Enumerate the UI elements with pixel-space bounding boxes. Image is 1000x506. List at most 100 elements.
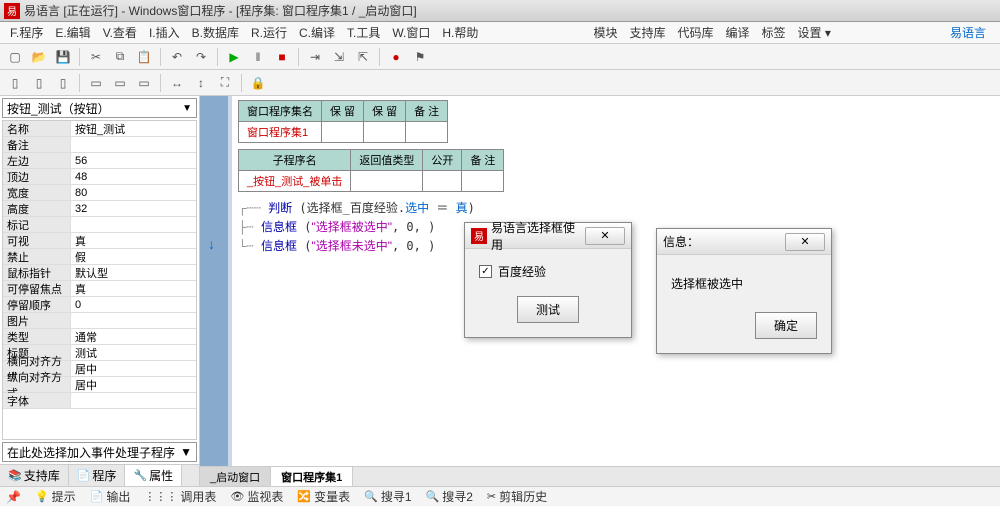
same-size-icon[interactable]: ⛶ [214,72,236,94]
status-output[interactable]: 📄 输出 [90,488,131,505]
align-left-icon[interactable]: ▯ [4,72,26,94]
close-button[interactable]: ✕ [785,233,825,251]
prop-value[interactable]: 测试 [71,345,196,360]
menu-program[interactable]: F.程序 [4,22,49,43]
prop-value[interactable]: 真 [71,281,196,296]
prop-row[interactable]: 标记 [3,217,196,233]
menu-view[interactable]: V.查看 [97,22,143,43]
prop-row[interactable]: 可视真 [3,233,196,249]
status-calltable[interactable]: ⋮⋮⋮ 调用表 [144,488,216,505]
step-over-icon[interactable]: ⇥ [304,46,326,68]
tab-start-window[interactable]: _启动窗口 [200,467,271,486]
align-top-icon[interactable]: ▭ [85,72,107,94]
prop-value[interactable]: 居中 [71,377,196,392]
prop-row[interactable]: 鼠标指针默认型 [3,265,196,281]
same-height-icon[interactable]: ↕ [190,72,212,94]
prop-value[interactable]: 48 [71,169,196,184]
status-search1[interactable]: 🔍 搜寻1 [364,488,411,505]
prop-value[interactable]: 假 [71,249,196,264]
status-clipboard[interactable]: ✂ 剪辑历史 [487,488,547,505]
prop-row[interactable]: 左边56 [3,153,196,169]
prop-value[interactable]: 通常 [71,329,196,344]
tab-properties[interactable]: 🔧 属性 [125,465,182,486]
menu-help[interactable]: H.帮助 [436,22,484,43]
cut-icon[interactable]: ✂ [85,46,107,68]
cell[interactable] [406,122,448,143]
align-right-icon[interactable]: ▯ [52,72,74,94]
dialog-titlebar[interactable]: 信息： ✕ [657,229,831,255]
undo-icon[interactable]: ↶ [166,46,188,68]
prop-value[interactable]: 0 [71,297,196,312]
prop-value[interactable]: 32 [71,201,196,216]
prop-row[interactable]: 纵向对齐方式居中 [3,377,196,393]
dialog-titlebar[interactable]: 易 易语言选择框使用 ✕ [465,223,631,249]
tab-program[interactable]: 📄 程序 [69,465,126,486]
pin-icon[interactable]: 📌 [6,490,21,504]
pause-icon[interactable]: ‖ [247,46,269,68]
close-button[interactable]: ✕ [585,227,625,245]
prop-row[interactable]: 备注 [3,137,196,153]
sub-name-cell[interactable]: _按钮_测试_被单击 [239,171,351,192]
object-selector[interactable]: 按钮_测试（按钮） ▼ [2,98,197,118]
prop-row[interactable]: 字体 [3,393,196,409]
run-icon[interactable]: ▶ [223,46,245,68]
prop-row[interactable]: 禁止假 [3,249,196,265]
prop-row[interactable]: 宽度80 [3,185,196,201]
redo-icon[interactable]: ↷ [190,46,212,68]
copy-icon[interactable]: ⧉ [109,46,131,68]
save-icon[interactable]: 💾 [52,46,74,68]
ok-button[interactable]: 确定 [755,312,817,339]
menu-lib[interactable]: 支持库 [623,22,671,43]
paste-icon[interactable]: 📋 [133,46,155,68]
menu-tags[interactable]: 标签 [756,22,792,43]
prop-value[interactable]: 80 [71,185,196,200]
menu-insert[interactable]: I.插入 [143,22,186,43]
brand-link[interactable]: 易语言 [940,24,996,41]
stop-icon[interactable]: ■ [271,46,293,68]
test-button[interactable]: 测试 [517,296,579,323]
cell[interactable] [462,171,504,192]
prop-value[interactable] [71,217,196,232]
prop-row[interactable]: 类型通常 [3,329,196,345]
align-bottom-icon[interactable]: ▭ [133,72,155,94]
tab-support-lib[interactable]: 📚 支持库 [0,465,69,486]
prop-value[interactable] [71,393,196,408]
prop-value[interactable]: 56 [71,153,196,168]
open-icon[interactable]: 📂 [28,46,50,68]
menu-compile[interactable]: C.编译 [293,22,341,43]
menu-codelib[interactable]: 代码库 [671,22,719,43]
prop-row[interactable]: 名称按钮_测试 [3,121,196,137]
event-selector[interactable]: 在此处选择加入事件处理子程序 ▼ [2,442,197,462]
prop-value[interactable]: 真 [71,233,196,248]
align-middle-icon[interactable]: ▭ [109,72,131,94]
checkbox-baidu[interactable]: ✓ 百度经验 [479,263,617,280]
prop-value[interactable]: 居中 [71,361,196,376]
menu-edit[interactable]: E.编辑 [49,22,96,43]
prop-row[interactable]: 停留顺序0 [3,297,196,313]
prop-value[interactable]: 默认型 [71,265,196,280]
assembly-name-cell[interactable]: 窗口程序集1 [239,122,322,143]
prop-row[interactable]: 高度32 [3,201,196,217]
menu-settings[interactable]: 设置 ▾ [792,22,837,43]
prop-row[interactable]: 可停留焦点真 [3,281,196,297]
prop-value[interactable]: 按钮_测试 [71,121,196,136]
menu-database[interactable]: B.数据库 [186,22,245,43]
menu-module[interactable]: 模块 [587,22,623,43]
menu-window[interactable]: W.窗口 [386,22,436,43]
prop-row[interactable]: 顶边48 [3,169,196,185]
code-line[interactable]: ┌┄┄ 判断 (选择框_百度经验.选中 ＝ 真) [238,198,1000,217]
prop-row[interactable]: 图片 [3,313,196,329]
prop-value[interactable] [71,313,196,328]
status-vars[interactable]: 🔀 变量表 [297,488,350,505]
same-width-icon[interactable]: ↔ [166,72,188,94]
new-icon[interactable]: ▢ [4,46,26,68]
menu-compile2[interactable]: 编译 [720,22,756,43]
breakpoint-icon[interactable]: ● [385,46,407,68]
prop-value[interactable] [71,137,196,152]
tab-assembly1[interactable]: 窗口程序集1 [271,467,353,486]
property-grid[interactable]: 名称按钮_测试备注左边56顶边48宽度80高度32标记可视真禁止假鼠标指针默认型… [2,120,197,440]
menu-tools[interactable]: T.工具 [341,22,386,43]
step-out-icon[interactable]: ⇱ [352,46,374,68]
cell[interactable] [351,171,423,192]
cell[interactable] [364,122,406,143]
